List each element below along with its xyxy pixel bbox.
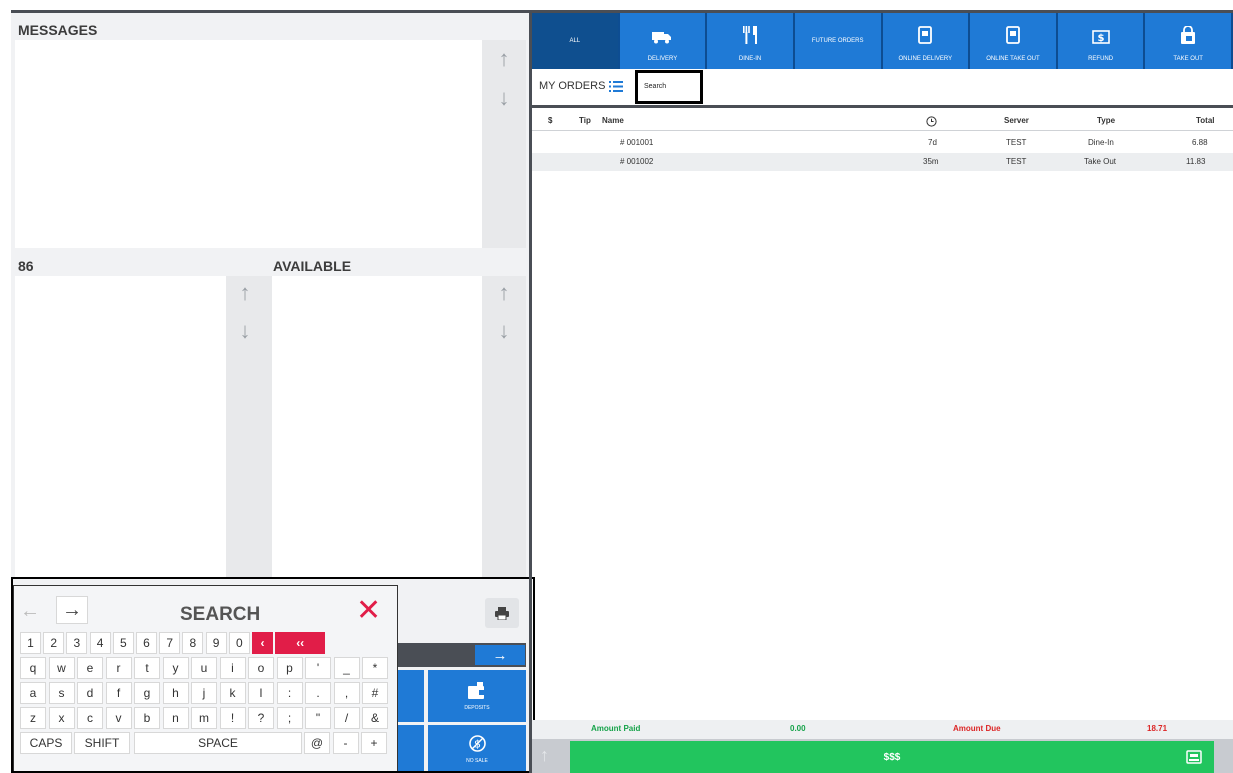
available-title: AVAILABLE (273, 258, 352, 274)
cash-register-icon[interactable] (1186, 750, 1202, 769)
tab-label: REFUND (1088, 56, 1114, 62)
col-type: Type (1097, 116, 1116, 125)
col-dollar: $ (548, 116, 553, 125)
utensils-icon (742, 26, 758, 48)
order-server: TEST (1006, 157, 1027, 166)
eighty-six-scroll-up-icon[interactable]: ↑ (230, 278, 260, 308)
truck-icon (652, 30, 672, 48)
svg-text:$: $ (1097, 33, 1104, 44)
tablet-icon (918, 26, 933, 48)
available-list[interactable] (272, 276, 482, 578)
cash-icon: $ (1091, 30, 1110, 48)
order-total: 11.83 (1186, 157, 1206, 166)
pay-button[interactable]: $$$ (570, 741, 1214, 773)
order-type: Dine-In (1088, 138, 1114, 147)
tab-dine-in[interactable]: DINE-IN (707, 13, 795, 69)
order-type: Take Out (1084, 157, 1117, 166)
tab-label: TAKE OUT (1173, 56, 1203, 62)
tab-label: ONLINE DELIVERY (898, 56, 953, 62)
my-orders-button[interactable]: MY ORDERS (539, 80, 624, 92)
orders-separator (532, 105, 1233, 108)
available-scroll-down-icon[interactable]: ↓ (489, 316, 519, 346)
tab-delivery[interactable]: DELIVERY (620, 13, 708, 69)
tablet-icon (1006, 26, 1020, 48)
tab-label: DELIVERY (647, 56, 678, 62)
header-rule (532, 130, 1233, 131)
tab-online-take-out[interactable]: ONLINE TAKE OUT (970, 13, 1058, 69)
eighty-six-list[interactable] (15, 276, 226, 578)
col-total: Total (1196, 116, 1215, 125)
order-type-tabs: ALL DELIVERY DINE-IN FUTURE ORDERS ONLINE DE… (532, 13, 1233, 69)
tab-refund[interactable]: $ REFUND (1058, 13, 1146, 69)
list-icon (609, 80, 624, 92)
amount-due-label: Amount Due (953, 724, 1001, 733)
order-time: 35m (923, 157, 939, 166)
tab-label: ALL (569, 38, 581, 44)
tab-label: DINE-IN (738, 56, 762, 62)
amount-due-value: 18.71 (1147, 724, 1168, 733)
pos-screen: MESSAGES ↑ ↓ 86 AVAILABLE ↑ ↓ ↑ ↓ → DEPO… (0, 0, 1233, 773)
order-name: # 001001 (620, 138, 654, 147)
amount-summary: Amount Paid 0.00 Amount Due 18.71 (532, 720, 1233, 739)
messages-scroll-up-icon[interactable]: ↑ (489, 44, 519, 74)
col-server: Server (1004, 116, 1029, 125)
messages-scroll-down-icon[interactable]: ↓ (489, 83, 519, 113)
keyboard-highlight-box (11, 577, 535, 773)
col-name: Name (602, 116, 624, 125)
pay-label: $$$ (883, 751, 901, 763)
col-tip: Tip (579, 116, 591, 125)
order-time: 7d (928, 138, 937, 147)
amount-paid-label: Amount Paid (591, 724, 641, 733)
table-row[interactable]: # 001001 7d TEST Dine-In 6.88 (532, 135, 1233, 153)
tab-label: ONLINE TAKE OUT (986, 56, 1040, 62)
table-row[interactable]: # 001002 35m TEST Take Out 11.83 (532, 153, 1233, 171)
eighty-six-title: 86 (18, 258, 34, 274)
tab-online-delivery[interactable]: ONLINE DELIVERY (883, 13, 971, 69)
clock-icon (926, 116, 937, 127)
tab-future-orders[interactable]: FUTURE ORDERS (795, 13, 883, 69)
bag-icon (1180, 25, 1196, 48)
messages-title: MESSAGES (18, 22, 98, 38)
messages-list[interactable] (15, 40, 482, 248)
eighty-six-scroll-down-icon[interactable]: ↓ (230, 316, 260, 346)
amount-paid-value: 0.00 (790, 724, 806, 733)
order-total: 6.88 (1192, 138, 1208, 147)
panel-divider (529, 13, 532, 773)
order-name: # 001002 (620, 157, 654, 166)
search-input[interactable]: Search (635, 70, 703, 104)
tab-take-out[interactable]: TAKE OUT (1145, 13, 1233, 69)
my-orders-label: MY ORDERS (539, 80, 606, 92)
tab-label: FUTURE ORDERS (811, 38, 864, 44)
scroll-up-icon[interactable]: ↑ (540, 745, 549, 766)
available-scroll-up-icon[interactable]: ↑ (489, 278, 519, 308)
order-server: TEST (1006, 138, 1027, 147)
tab-all[interactable]: ALL (532, 13, 620, 69)
